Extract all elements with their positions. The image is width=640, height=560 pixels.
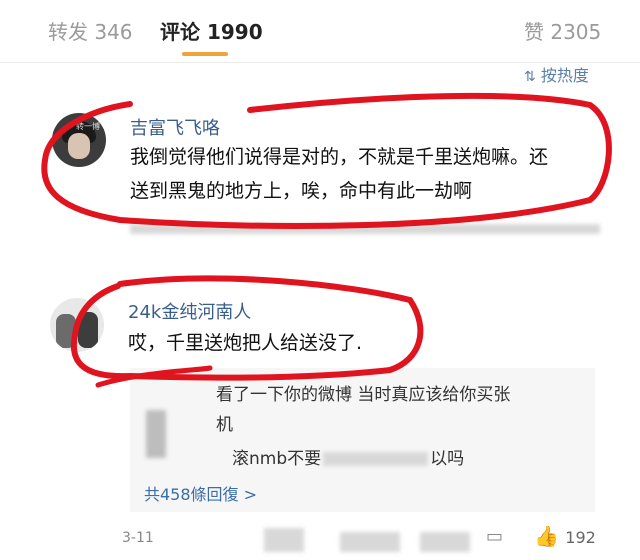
obscured-text [264,528,304,552]
like-count: 192 [565,528,596,547]
comment-text: 哎，千里送炮把人给送没了. [128,332,363,354]
tab-comments-label: 评论 [160,20,200,44]
tab-likes-label: 赞 [524,20,544,44]
reply-text-prefix: 滚nmb不要 [232,449,322,469]
comment-username[interactable]: 24k金纯河南人 [128,298,251,324]
comment-text-line: 我倒觉得他们说得是对的，不就是千里送炮嘛。还 [130,146,549,168]
like-button[interactable]: 👍 192 [534,524,596,548]
avatar[interactable]: 转一博 [52,113,106,167]
reply-text-suffix: 以吗 [430,449,465,469]
active-tab-indicator [182,52,228,56]
avatar[interactable] [50,298,104,352]
view-replies-link[interactable]: 共458條回復 > [144,481,257,505]
sort-by-heat-button[interactable]: ⇅ 按热度 [524,62,589,86]
obscured-text [323,452,429,466]
tab-reposts-label: 转发 [48,20,88,44]
reply-text-line: 看了一下你的微博 当时真应该给你买张 [216,385,511,405]
tab-reposts-count: 346 [94,20,133,44]
comment-username[interactable]: 吉富飞飞咯 [130,114,220,140]
comment-date: 3-11 [122,530,154,546]
tab-comments[interactable]: 评论 1990 [160,16,263,45]
obscured-text [130,224,600,234]
sort-label: 按热度 [540,66,589,85]
reply-text-line: 机 [216,415,233,435]
obscured-text [420,532,470,552]
avatar-tag: 转一博 [76,122,100,131]
sort-icon: ⇅ [524,69,536,85]
thumbs-up-icon: 👍 [534,524,559,548]
reply-icon[interactable]: ▭ [486,526,503,547]
obscured-text [340,532,400,552]
tab-likes-count: 2305 [550,20,602,44]
comment-tabs: 转发 346 评论 1990 赞 2305 [0,0,640,63]
tab-likes[interactable]: 赞 2305 [524,16,601,45]
tab-comments-count: 1990 [206,20,263,44]
tab-reposts[interactable]: 转发 346 [48,16,133,45]
obscured-avatar [146,410,166,458]
reply-text-line: 滚nmb不要 以吗 [232,444,464,469]
comment-text-line: 送到黑鬼的地方上，唉，命中有此一劫啊 [130,180,473,202]
